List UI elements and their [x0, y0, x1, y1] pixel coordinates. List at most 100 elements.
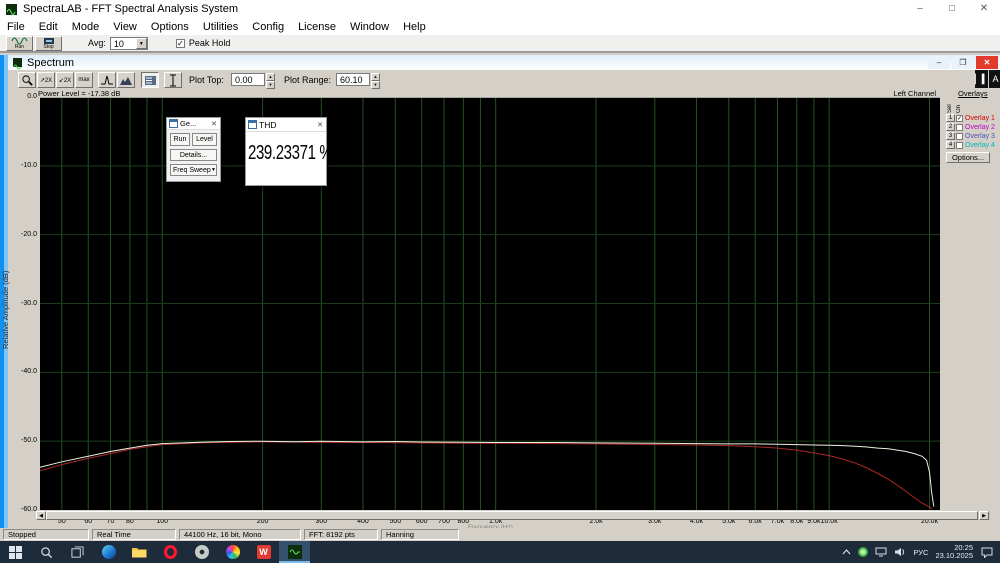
annotate-icon[interactable]: A: [989, 70, 1000, 88]
overlay-label: Overlay 2: [965, 123, 995, 131]
overlay-on-checkbox[interactable]: [956, 132, 963, 140]
tray-app-icon[interactable]: [858, 547, 869, 557]
peak-curve-icon[interactable]: [98, 72, 116, 88]
menu-file[interactable]: File: [0, 19, 32, 35]
overlay-select-button[interactable]: 3: [946, 132, 955, 140]
generator-run-button[interactable]: Run: [170, 133, 190, 146]
overlay-label: Overlay 1: [965, 114, 995, 122]
taskbar-colorwheel-button[interactable]: [217, 541, 248, 563]
taskbar: W РУС 20:25 23.10.2025: [0, 541, 1000, 563]
tray-language-label[interactable]: РУС: [913, 548, 928, 557]
thd-titlebar[interactable]: THD ✕: [246, 118, 326, 132]
taskbar-edge-button[interactable]: [93, 541, 124, 563]
peak-hold-checkbox[interactable]: ✓: [175, 38, 185, 48]
tray-clock[interactable]: 20:25 23.10.2025: [935, 543, 973, 561]
stop-button[interactable]: Stop: [35, 35, 62, 51]
generator-title: Ge...: [180, 119, 197, 128]
avg-select[interactable]: 10 ▼: [109, 36, 148, 50]
overlay-select-button[interactable]: 2: [946, 123, 955, 131]
spectrum-bars-icon[interactable]: [117, 72, 135, 88]
generator-titlebar[interactable]: Ge... ✕: [167, 118, 220, 130]
overlay-select-button[interactable]: 4: [946, 141, 955, 149]
menu-mode[interactable]: Mode: [65, 19, 107, 35]
scroll-left-icon[interactable]: ◀: [36, 511, 46, 520]
generator-mode-select[interactable]: Freq Sweep ▼: [170, 164, 217, 176]
taskbar-opera-button[interactable]: [155, 541, 186, 563]
display-options-icon[interactable]: [141, 72, 159, 88]
status-panel-3: FFT: 8192 pts: [304, 529, 378, 540]
overlays-options-button[interactable]: Options...: [946, 152, 990, 163]
status-panel-2: 44100 Hz, 16 bit, Mono: [179, 529, 301, 540]
scroll-right-icon[interactable]: ▶: [979, 511, 989, 520]
overlay-on-checkbox[interactable]: ✓: [956, 114, 963, 122]
run-button[interactable]: Run: [6, 35, 33, 51]
generator-close-icon[interactable]: ✕: [211, 120, 217, 128]
tray-chevron-up-icon[interactable]: [842, 549, 851, 555]
close-icon[interactable]: ✕: [968, 0, 1000, 18]
tray-network-icon[interactable]: [875, 547, 887, 557]
chevron-down-icon: ▼: [211, 167, 216, 173]
overlay-on-checkbox[interactable]: [956, 123, 963, 131]
menu-options[interactable]: Options: [144, 19, 196, 35]
menu-config[interactable]: Config: [245, 19, 291, 35]
maximize-icon[interactable]: □: [936, 0, 968, 18]
taskbar-disc-button[interactable]: [186, 541, 217, 563]
plot-top-spinner[interactable]: ▲ ▼: [266, 73, 275, 89]
status-panel-4: Hanning: [381, 529, 459, 540]
tray-volume-icon[interactable]: [894, 547, 906, 557]
generator-level-button[interactable]: Level: [192, 133, 217, 146]
overlay-rows: 1 ✓ Overlay 1 2 Overlay 2 3 Overlay 3 4 Overlay …: [946, 114, 1000, 150]
zoom-in-2x-icon[interactable]: ↗2X: [37, 72, 55, 88]
zoom-max-icon[interactable]: max: [75, 72, 93, 88]
window-title: SpectraLAB - FFT Spectral Analysis Syste…: [23, 3, 238, 15]
spectrum-minimize-icon[interactable]: –: [928, 56, 950, 69]
thd-close-icon[interactable]: ✕: [317, 121, 323, 129]
menu-help[interactable]: Help: [396, 19, 433, 35]
overlays-panel: Overlays Sel On 1 ✓ Overlay 1 2 Overlay 2 3 Ov…: [944, 88, 1000, 170]
avg-label: Avg:: [88, 38, 106, 48]
overlay-on-checkbox[interactable]: [956, 141, 963, 149]
generator-window-icon: [169, 119, 178, 128]
y-tick-label: -50.0: [21, 437, 37, 445]
menu-license[interactable]: License: [291, 19, 343, 35]
overlays-on-header: On: [956, 104, 962, 113]
avg-value: 10: [110, 37, 136, 49]
tray-notification-icon[interactable]: [981, 547, 993, 558]
input-meter-icon[interactable]: ▏▍: [975, 70, 989, 88]
search-icon[interactable]: [31, 541, 62, 563]
menu-window[interactable]: Window: [343, 19, 396, 35]
menu-bar: File Edit Mode View Options Utilities Config Li…: [0, 18, 1000, 35]
y-tick-label: -20.0: [21, 230, 37, 238]
chevron-down-icon[interactable]: ▼: [135, 37, 147, 49]
task-view-button[interactable]: [62, 541, 93, 563]
taskbar-spectralab-button[interactable]: [279, 541, 310, 563]
generator-details-button[interactable]: Details...: [170, 149, 217, 161]
y-tick-label: 0.0: [27, 93, 37, 100]
overlay-row: 4 Overlay 4: [946, 141, 1000, 149]
plot-hscrollbar[interactable]: ◀ ▶: [36, 511, 990, 520]
menu-edit[interactable]: Edit: [32, 19, 65, 35]
menu-view[interactable]: View: [106, 19, 144, 35]
plot-range-spinner[interactable]: ▲ ▼: [371, 73, 380, 89]
spectralab-app-icon: [6, 3, 17, 15]
taskbar-w-app-button[interactable]: W: [248, 541, 279, 563]
marker-ibeam-icon[interactable]: [164, 72, 182, 88]
taskbar-explorer-button[interactable]: [124, 541, 155, 563]
plot-top-input[interactable]: 0.00: [231, 73, 265, 86]
overlay-select-button[interactable]: 1: [946, 114, 955, 122]
plot-range-input[interactable]: 60.10: [336, 73, 370, 86]
spectrum-close-icon[interactable]: ✕: [976, 56, 998, 69]
thd-window-icon: [248, 120, 257, 129]
y-tick-label: -40.0: [21, 368, 37, 376]
status-bar: Stopped Real Time 44100 Hz, 16 bit, Mono FF…: [0, 528, 1000, 541]
start-button[interactable]: [0, 541, 31, 563]
thd-window: THD ✕ 239.23371 %: [245, 117, 333, 186]
spectrum-restore-icon[interactable]: ❐: [952, 56, 974, 69]
zoom-out-2x-icon[interactable]: ↙2X: [56, 72, 74, 88]
zoom-cursor-icon[interactable]: [18, 72, 36, 88]
menu-utilities[interactable]: Utilities: [196, 19, 245, 35]
y-tick-label: -10.0: [21, 161, 37, 169]
series-overlay-1: [39, 441, 933, 510]
minimize-icon[interactable]: –: [904, 0, 936, 18]
scrollbar-thumb[interactable]: [46, 511, 978, 520]
